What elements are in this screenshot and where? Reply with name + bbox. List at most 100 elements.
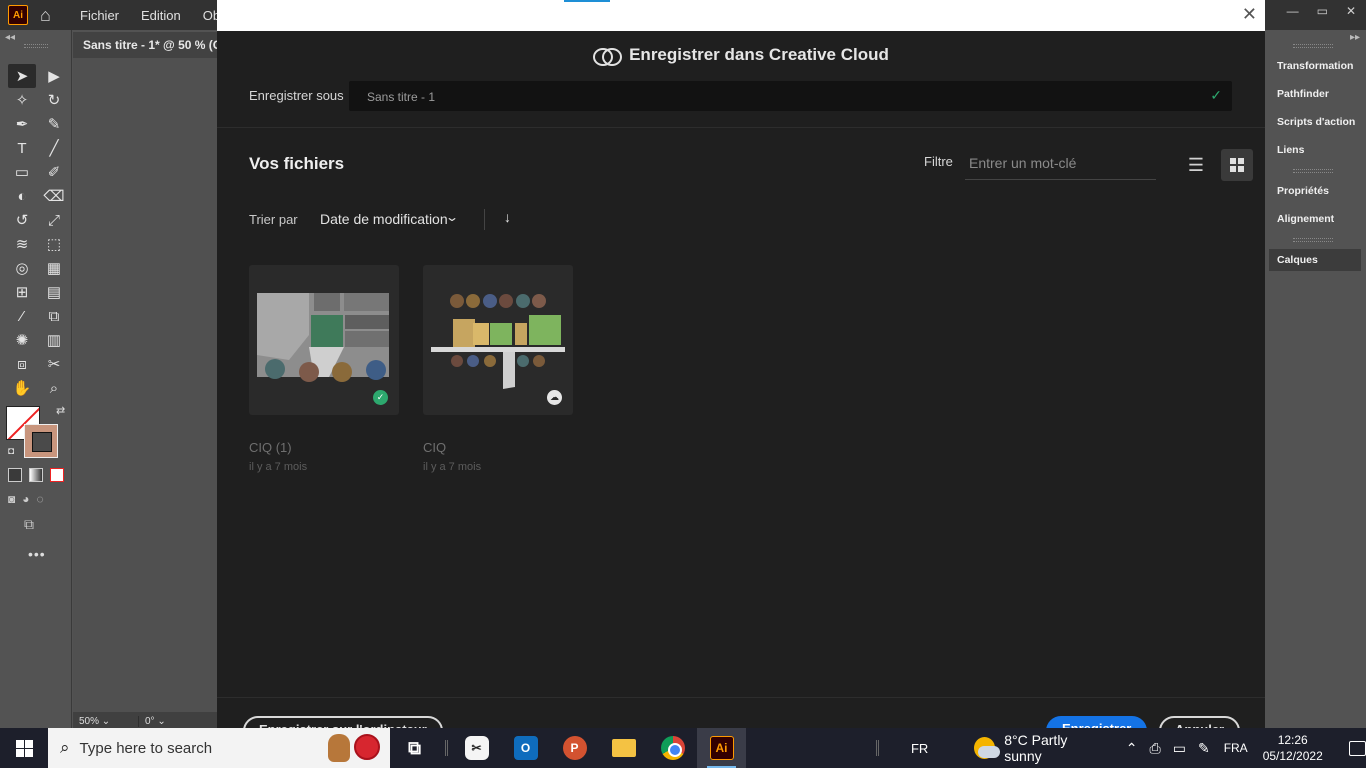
zoom-tool-icon[interactable]: ⌕ [40,376,68,400]
mesh-tool-icon[interactable]: ⊞ [8,280,36,304]
save-to-cloud-dialog: ✕ Enregistrer dans Creative Cloud Enregi… [217,0,1265,730]
panel-layers[interactable]: Calques [1269,249,1361,271]
illustrator-taskbar-icon[interactable]: Ai [697,728,746,768]
screen-mode-icon[interactable]: ⧉ [24,516,34,533]
swap-fill-stroke-icon[interactable]: ⇄ [56,404,65,417]
sort-select[interactable]: Date de modification [320,211,448,227]
panel-grip[interactable] [1293,169,1333,173]
minimize-icon[interactable]: — [1287,4,1299,18]
line-tool-icon[interactable]: ╱ [40,136,68,160]
home-icon[interactable]: ⌂ [40,5,60,25]
rotation-select[interactable]: 0° ⌄ [138,715,198,727]
collapse-panel-icon[interactable]: ◂◂ [5,32,15,43]
task-view-icon[interactable]: ⧉ [390,728,439,768]
column-graph-tool-icon[interactable]: ▥ [40,328,68,352]
list-view-icon[interactable]: ☰ [1181,150,1211,180]
filter-label: Filtre [924,154,953,169]
magic-wand-tool-icon[interactable]: ✧ [8,88,36,112]
panel-properties[interactable]: Propriétés [1269,180,1361,202]
chevron-down-icon[interactable]: ⌄ [445,210,459,224]
pen-icon[interactable]: ✎ [1198,740,1210,757]
panel-links[interactable]: Liens [1269,139,1361,161]
draw-behind-icon[interactable]: ◕ [22,492,29,506]
hand-tool-icon[interactable]: ✋ [8,376,36,400]
edit-toolbar-icon[interactable]: ••• [28,546,46,562]
eyedropper-tool-icon[interactable]: ⁄ [8,304,36,328]
lasso-tool-icon[interactable]: ↻ [40,88,68,112]
stroke-swatch[interactable] [24,424,58,458]
battery-icon[interactable]: ▭ [1173,740,1186,757]
grid-view-icon[interactable] [1221,149,1253,181]
type-tool-icon[interactable]: T [8,136,36,160]
sort-direction-arrow-icon[interactable]: ↓ [504,209,511,225]
weather-text[interactable]: 8°C Partly sunny [1004,732,1104,764]
search-highlight-image[interactable] [328,734,380,762]
panel-pathfinder[interactable]: Pathfinder [1269,83,1361,105]
save-as-value: Sans titre - 1 [367,90,436,104]
pen-tool-icon[interactable]: ✒ [8,112,36,136]
draw-inside-icon[interactable]: ◌ [37,492,44,506]
rectangle-tool-icon[interactable]: ▭ [8,160,36,184]
eraser-tool-icon[interactable]: ⌫ [40,184,68,208]
close-app-icon[interactable]: ✕ [1346,4,1356,18]
paintbrush-tool-icon[interactable]: ✐ [40,160,68,184]
panel-align[interactable]: Alignement [1269,208,1361,230]
color-mode-icon[interactable] [8,468,22,482]
none-mode-icon[interactable] [50,468,64,482]
chrome-icon[interactable] [648,728,697,768]
notifications-icon[interactable] [1348,740,1366,756]
direct-selection-tool-icon[interactable]: ▶ [40,64,68,88]
selection-tool-icon[interactable]: ➤ [8,64,36,88]
file-thumbnail[interactable]: ☁ [423,265,573,415]
blend-tool-icon[interactable]: ⧉ [40,304,68,328]
expand-panels-icon[interactable]: ▸▸ [1350,32,1360,43]
restore-icon[interactable]: ▭ [1317,4,1328,18]
file-thumbnail[interactable]: ✓ [249,265,399,415]
shaper-tool-icon[interactable]: ◐ [8,184,36,208]
slice-tool-icon[interactable]: ✂ [40,352,68,376]
powerpoint-icon[interactable]: P [550,728,599,768]
perspective-grid-tool-icon[interactable]: ▦ [40,256,68,280]
snipping-tool-icon[interactable]: ✂ [452,728,501,768]
windows-start-icon[interactable] [0,728,48,768]
file-card[interactable]: ✓ CIQ (1) il y a 7 mois [249,265,399,473]
panel-grip[interactable] [1293,238,1333,242]
free-transform-tool-icon[interactable]: ⬚ [40,232,68,256]
menu-edition[interactable]: Edition [141,8,181,23]
symbol-sprayer-tool-icon[interactable]: ✺ [8,328,36,352]
zoom-level-select[interactable]: 50% ⌄ [73,716,138,727]
draw-normal-icon[interactable]: ◙ [8,492,15,506]
artboard-tool-icon[interactable]: ⧈ [8,352,36,376]
file-explorer-icon[interactable] [599,728,648,768]
curvature-tool-icon[interactable]: ✎ [40,112,68,136]
file-modified-date: il y a 7 mois [423,461,482,473]
close-icon[interactable]: ✕ [1242,4,1257,25]
files-heading: Vos fichiers [249,154,345,173]
weather-icon[interactable] [974,737,1001,759]
chevron-up-icon[interactable]: ⌃ [1126,740,1138,757]
shape-builder-tool-icon[interactable]: ◎ [8,256,36,280]
outlook-icon[interactable]: O [501,728,550,768]
panel-grip[interactable] [1293,44,1333,48]
gradient-tool-icon[interactable]: ▤ [40,280,68,304]
canvas-area[interactable] [73,58,218,713]
document-tab[interactable]: Sans titre - 1* @ 50 % (CMJN/Aperçu GPU) [73,32,218,52]
menu-fichier[interactable]: Fichier [80,8,119,23]
save-as-field[interactable]: Sans titre - 1 ✓ [349,81,1232,111]
gradient-mode-icon[interactable] [29,468,43,482]
panel-transformation[interactable]: Transformation [1269,55,1361,77]
meet-now-icon[interactable]: ⎙ [1150,740,1161,757]
language-indicator[interactable]: FRA [1224,741,1248,755]
taskbar-search[interactable]: ⌕ Type here to search [48,728,390,768]
file-card[interactable]: ☁ CIQ il y a 7 mois [423,265,573,473]
width-tool-icon[interactable]: ≋ [8,232,36,256]
input-indicator[interactable]: FR [911,741,928,756]
rotate-tool-icon[interactable]: ↺ [8,208,36,232]
panel-grip[interactable] [24,44,48,48]
scale-tool-icon[interactable]: ⤢ [40,208,68,232]
panel-actions[interactable]: Scripts d'action [1269,111,1361,133]
default-fill-stroke-icon[interactable]: ◘ [8,446,14,457]
filter-input[interactable]: Entrer un mot-clé [965,148,1156,180]
clock[interactable]: 12:26 05/12/2022 [1263,732,1323,764]
save-as-label: Enregistrer sous [249,88,344,103]
